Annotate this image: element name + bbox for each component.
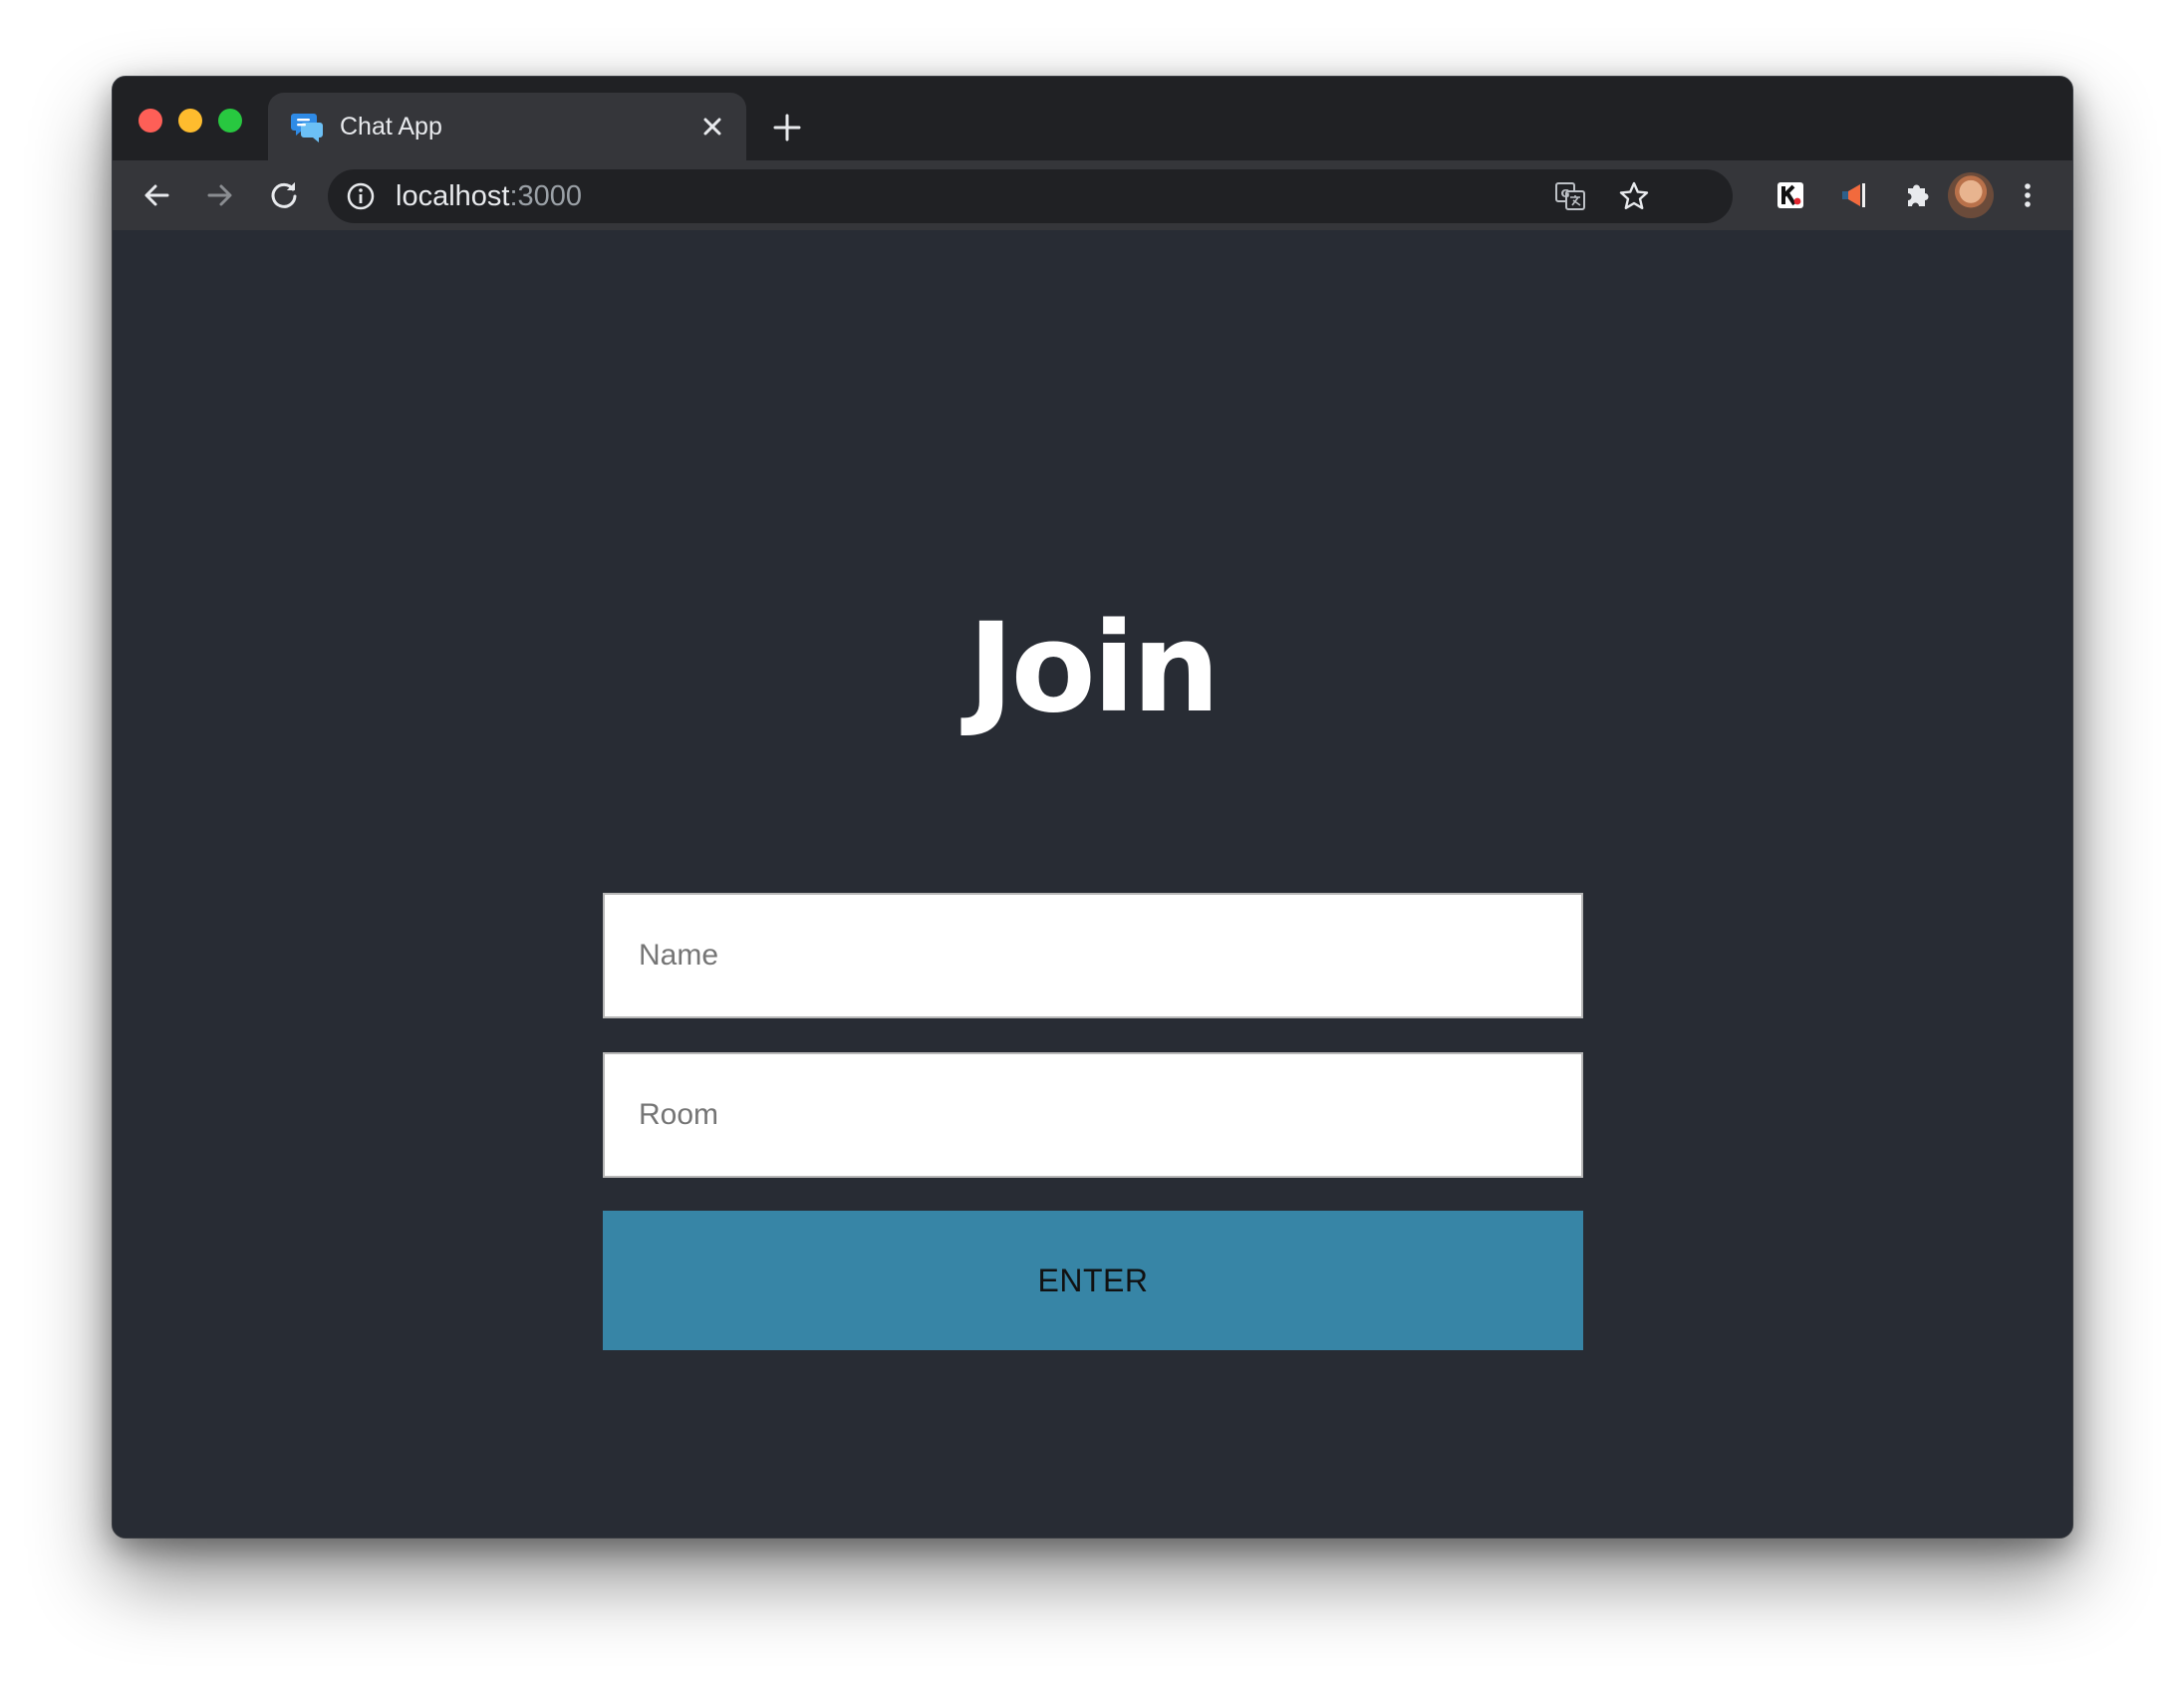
url-port: :3000 xyxy=(509,180,583,212)
tab-chat-app[interactable]: Chat App xyxy=(268,93,746,160)
translate-icon[interactable]: G xyxy=(1553,179,1587,213)
room-input[interactable] xyxy=(603,1052,1583,1178)
profile-avatar[interactable] xyxy=(1948,172,1994,218)
more-menu-icon[interactable] xyxy=(2010,177,2046,213)
url-text[interactable]: localhost:3000 xyxy=(396,180,582,212)
chat-bubbles-icon xyxy=(291,114,323,142)
close-tab-icon[interactable] xyxy=(696,111,728,142)
browser-toolbar: localhost:3000 G xyxy=(113,160,2072,230)
minimize-window-button[interactable] xyxy=(178,109,202,133)
reload-icon[interactable] xyxy=(266,177,302,213)
tab-strip: Chat App xyxy=(113,77,2072,160)
enter-button[interactable]: ENTER xyxy=(603,1211,1583,1350)
tab-title: Chat App xyxy=(340,113,442,140)
megaphone-extension-icon[interactable] xyxy=(1836,177,1872,213)
close-window-button[interactable] xyxy=(138,109,162,133)
page-title: Join xyxy=(967,597,1220,740)
new-tab-icon[interactable] xyxy=(770,111,804,144)
name-input[interactable] xyxy=(603,893,1583,1018)
svg-text:G: G xyxy=(1560,187,1569,200)
bookmark-star-icon[interactable] xyxy=(1617,179,1651,213)
forward-arrow-icon[interactable] xyxy=(202,177,238,213)
page-content: Join ENTER xyxy=(113,230,2072,1538)
browser-window: Chat App localhost:3000 G Join Name Room… xyxy=(112,76,2073,1539)
maximize-window-button[interactable] xyxy=(218,109,242,133)
k-extension-icon[interactable] xyxy=(1773,177,1808,213)
back-arrow-icon[interactable] xyxy=(138,177,174,213)
site-info-icon[interactable] xyxy=(346,181,376,211)
puzzle-extensions-icon[interactable] xyxy=(1900,177,1936,213)
address-bar[interactable]: localhost:3000 G xyxy=(328,169,1733,223)
url-host: localhost xyxy=(396,180,510,212)
